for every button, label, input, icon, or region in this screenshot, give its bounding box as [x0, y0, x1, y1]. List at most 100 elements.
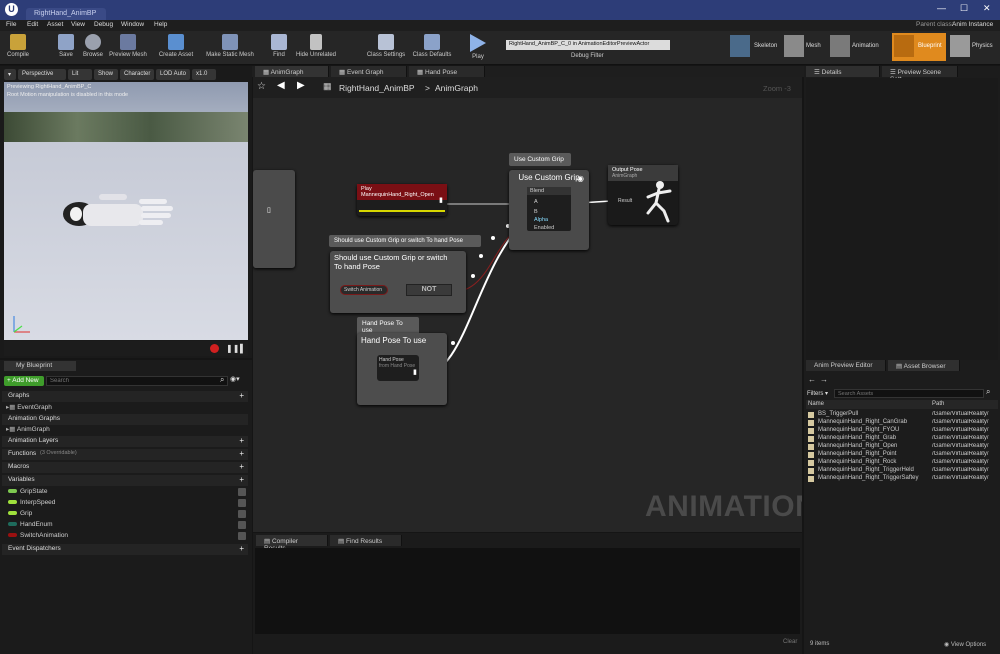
hide-unrelated-button[interactable]: Hide Unrelated: [295, 31, 337, 65]
animation-layers-section[interactable]: Animation Layers +: [2, 436, 248, 447]
mode-animation[interactable]: Animation: [828, 33, 890, 61]
hand-pose-out-pin-icon[interactable]: ▮: [413, 368, 417, 376]
lit-button[interactable]: Lit: [68, 69, 92, 80]
tab-details[interactable]: ☰ Details: [806, 66, 880, 77]
path-column-header[interactable]: Path: [932, 401, 944, 407]
functions-section[interactable]: Functions (3 Overridable) +: [2, 449, 248, 460]
add-layer-icon[interactable]: +: [239, 436, 244, 445]
viewport-options-icon[interactable]: ▾: [4, 69, 16, 80]
anim-graph-canvas[interactable]: ▯ Play MannequinHand_Right_Open ▮ Use Cu…: [253, 98, 802, 532]
asset-list-item[interactable]: MannequinHand_Right_FYOU/Game/VirtualRea…: [804, 427, 1000, 435]
tab-compiler-results[interactable]: ▤ Compiler Results: [256, 535, 328, 552]
back-arrow-icon[interactable]: ◀: [277, 80, 285, 91]
step-icon[interactable]: ▌: [240, 344, 246, 353]
add-function-icon[interactable]: +: [239, 449, 244, 458]
browse-button[interactable]: Browse: [80, 31, 106, 65]
asset-list-item[interactable]: MannequinHand_Right_Point/Game/VirtualRe…: [804, 451, 1000, 459]
menu-file[interactable]: File: [6, 21, 16, 28]
mode-physics[interactable]: Physics: [948, 33, 998, 61]
tab-hand-pose[interactable]: ▦ Hand Pose: [409, 66, 485, 77]
asset-list-item[interactable]: MannequinHand_Right_CanGrab/Game/Virtual…: [804, 419, 1000, 427]
output-pose-node[interactable]: Output Pose AnimGraph Result: [608, 165, 678, 225]
asset-list-item[interactable]: MannequinHand_Right_Grab/Game/VirtualRea…: [804, 435, 1000, 443]
variable-visibility-icon[interactable]: [238, 488, 246, 496]
compile-button[interactable]: Compile: [4, 31, 32, 65]
pause-icon[interactable]: ❚❚: [226, 344, 239, 353]
mode-blueprint[interactable]: Blueprint: [892, 33, 946, 61]
class-settings-button[interactable]: Class Settings: [364, 31, 408, 65]
name-column-header[interactable]: Name: [808, 401, 824, 407]
tab-preview-scene-settings[interactable]: ☰ Preview Scene Sett: [882, 66, 958, 83]
show-button[interactable]: Show: [94, 69, 118, 80]
preview-viewport[interactable]: Previewing RightHand_AnimBP_C Root Motio…: [4, 82, 248, 340]
asset-list-item[interactable]: MannequinHand_Right_Rock/Game/VirtualRea…: [804, 459, 1000, 467]
close-icon[interactable]: ✕: [983, 3, 991, 14]
view-options-button[interactable]: ◉ View Options: [944, 641, 986, 648]
mode-skeleton[interactable]: Skeleton: [728, 33, 780, 61]
comment-use-custom-grip[interactable]: Use Custom Grip: [509, 153, 571, 166]
find-button[interactable]: Find: [268, 31, 290, 65]
switch-variable-getter[interactable]: Switch Animation: [340, 285, 388, 295]
asset-list-item[interactable]: MannequinHand_Right_TriggerSaftey/Game/V…: [804, 475, 1000, 483]
asset-search-icon[interactable]: ⌕: [986, 387, 990, 397]
menu-asset[interactable]: Asset: [47, 21, 63, 28]
play-pose-pin-icon[interactable]: ▮: [439, 196, 443, 204]
play-animation-node[interactable]: Play MannequinHand_Right_Open ▮: [357, 184, 447, 216]
lod-button[interactable]: LOD Auto: [156, 69, 190, 80]
anim-graph-item[interactable]: ▸▦ AnimGraph: [6, 425, 50, 435]
asset-list-item[interactable]: MannequinHand_Right_Open/Game/VirtualRea…: [804, 443, 1000, 451]
event-graph-item[interactable]: ▸▦ EventGraph: [6, 403, 52, 413]
graphs-section[interactable]: Graphs +: [2, 391, 248, 402]
blend-output-pin-icon[interactable]: ◉: [577, 174, 584, 183]
animation-graphs-section[interactable]: Animation Graphs: [2, 414, 248, 425]
variable-item[interactable]: GripState: [8, 488, 246, 498]
tab-event-graph[interactable]: ▦ Event Graph: [331, 66, 407, 77]
tab-anim-preview-editor[interactable]: Anim Preview Editor: [806, 360, 886, 371]
tab-asset-browser[interactable]: ▤ Asset Browser: [888, 360, 960, 371]
variable-visibility-icon[interactable]: [238, 510, 246, 518]
add-dispatcher-icon[interactable]: +: [239, 544, 244, 553]
menu-view[interactable]: View: [71, 21, 85, 28]
tab-anim-graph[interactable]: ▦ AnimGraph: [255, 66, 329, 77]
variable-item[interactable]: SwitchAnimation: [8, 532, 246, 542]
play-button[interactable]: Play: [466, 31, 490, 65]
asset-list-item[interactable]: MannequinHand_Right_TriggerHeld/Game/Vir…: [804, 467, 1000, 475]
eye-icon[interactable]: ◉▾: [230, 375, 240, 383]
create-asset-button[interactable]: Create Asset: [157, 31, 195, 65]
add-macro-icon[interactable]: +: [239, 462, 244, 471]
filters-button[interactable]: Filters ▾: [807, 390, 828, 397]
menu-edit[interactable]: Edit: [27, 21, 38, 28]
save-button[interactable]: Save: [54, 31, 78, 65]
variable-item[interactable]: InterpSpeed: [8, 499, 246, 509]
variable-visibility-icon[interactable]: [238, 532, 246, 540]
tab-find-results[interactable]: ▤ Find Results: [330, 535, 402, 546]
add-graph-icon[interactable]: +: [239, 391, 244, 400]
minimize-icon[interactable]: —: [937, 3, 946, 13]
preview-mesh-button[interactable]: Preview Mesh: [108, 31, 148, 65]
asset-list-item[interactable]: BS_TriggerPull/Game/VirtualReality/: [804, 411, 1000, 419]
variable-visibility-icon[interactable]: [238, 521, 246, 529]
mode-mesh[interactable]: Mesh: [782, 33, 826, 61]
record-icon[interactable]: [210, 344, 219, 353]
add-variable-icon[interactable]: +: [239, 475, 244, 484]
speed-button[interactable]: x1.0: [192, 69, 216, 80]
favorite-star-icon[interactable]: ☆: [257, 81, 266, 92]
event-dispatchers-section[interactable]: Event Dispatchers +: [2, 544, 248, 555]
perspective-button[interactable]: Perspective: [18, 69, 66, 80]
menu-debug[interactable]: Debug: [94, 21, 113, 28]
asset-tab[interactable]: RightHand_AnimBP: [26, 8, 106, 20]
variable-visibility-icon[interactable]: [238, 499, 246, 507]
search-icon[interactable]: ⌕: [220, 375, 224, 385]
macros-section[interactable]: Macros +: [2, 462, 248, 473]
make-static-mesh-button[interactable]: Make Static Mesh: [204, 31, 256, 65]
history-back-icon[interactable]: ←: [808, 375, 816, 384]
variable-item[interactable]: HandEnum: [8, 521, 246, 531]
menu-help[interactable]: Help: [154, 21, 167, 28]
variables-section[interactable]: Variables +: [2, 475, 248, 486]
asset-search-input[interactable]: [834, 389, 984, 398]
comment-should-use[interactable]: Should use Custom Grip or switch To hand…: [329, 235, 481, 247]
not-node[interactable]: NOT: [406, 284, 452, 296]
blend-node[interactable]: Use Custom Grip Blend A B Alpha Enabled …: [509, 170, 589, 250]
add-new-button[interactable]: + Add New: [4, 376, 44, 386]
variable-item[interactable]: Grip: [8, 510, 246, 520]
